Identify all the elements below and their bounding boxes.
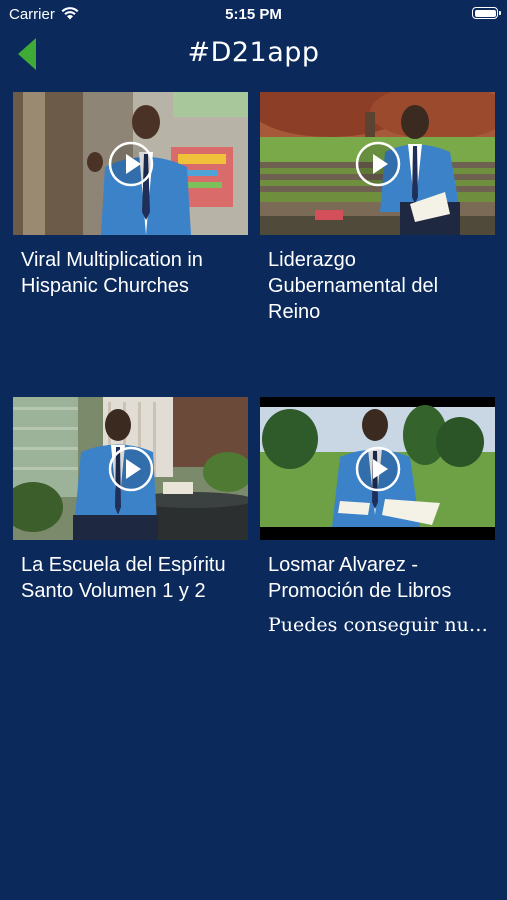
page-title: #D21app bbox=[187, 37, 320, 68]
status-bar: Carrier 5:15 PM bbox=[0, 0, 507, 28]
video-title: Liderazgo Gubernamental del Reino bbox=[268, 249, 439, 323]
video-title: Losmar Alvarez - Promoción de Libros bbox=[268, 554, 452, 602]
video-thumbnail[interactable] bbox=[260, 397, 495, 540]
clock: 5:15 PM bbox=[225, 6, 282, 23]
battery-icon bbox=[472, 7, 501, 19]
navigation-bar: #D21app bbox=[0, 28, 507, 80]
video-card-2[interactable]: Liderazgo Gubernamental del Reino bbox=[260, 92, 495, 325]
video-title: La Escuela del Espíritu Santo Volumen 1 … bbox=[21, 554, 226, 602]
play-icon bbox=[355, 141, 400, 186]
video-title: Viral Multiplication in Hispanic Churche… bbox=[21, 249, 203, 297]
video-card-3[interactable]: La Escuela del Espíritu Santo Volumen 1 … bbox=[13, 397, 248, 604]
play-icon bbox=[108, 141, 153, 186]
video-thumbnail[interactable] bbox=[260, 92, 495, 235]
play-icon bbox=[108, 446, 153, 491]
video-description: Puedes conseguir nuestro libros y llena.… bbox=[268, 614, 493, 636]
play-icon bbox=[355, 446, 400, 491]
video-thumbnail[interactable] bbox=[13, 92, 248, 235]
video-card-1[interactable]: Viral Multiplication in Hispanic Churche… bbox=[13, 92, 248, 299]
video-card-4[interactable]: Losmar Alvarez - Promoción de Libros Pue… bbox=[260, 397, 495, 638]
video-thumbnail[interactable] bbox=[13, 397, 248, 540]
